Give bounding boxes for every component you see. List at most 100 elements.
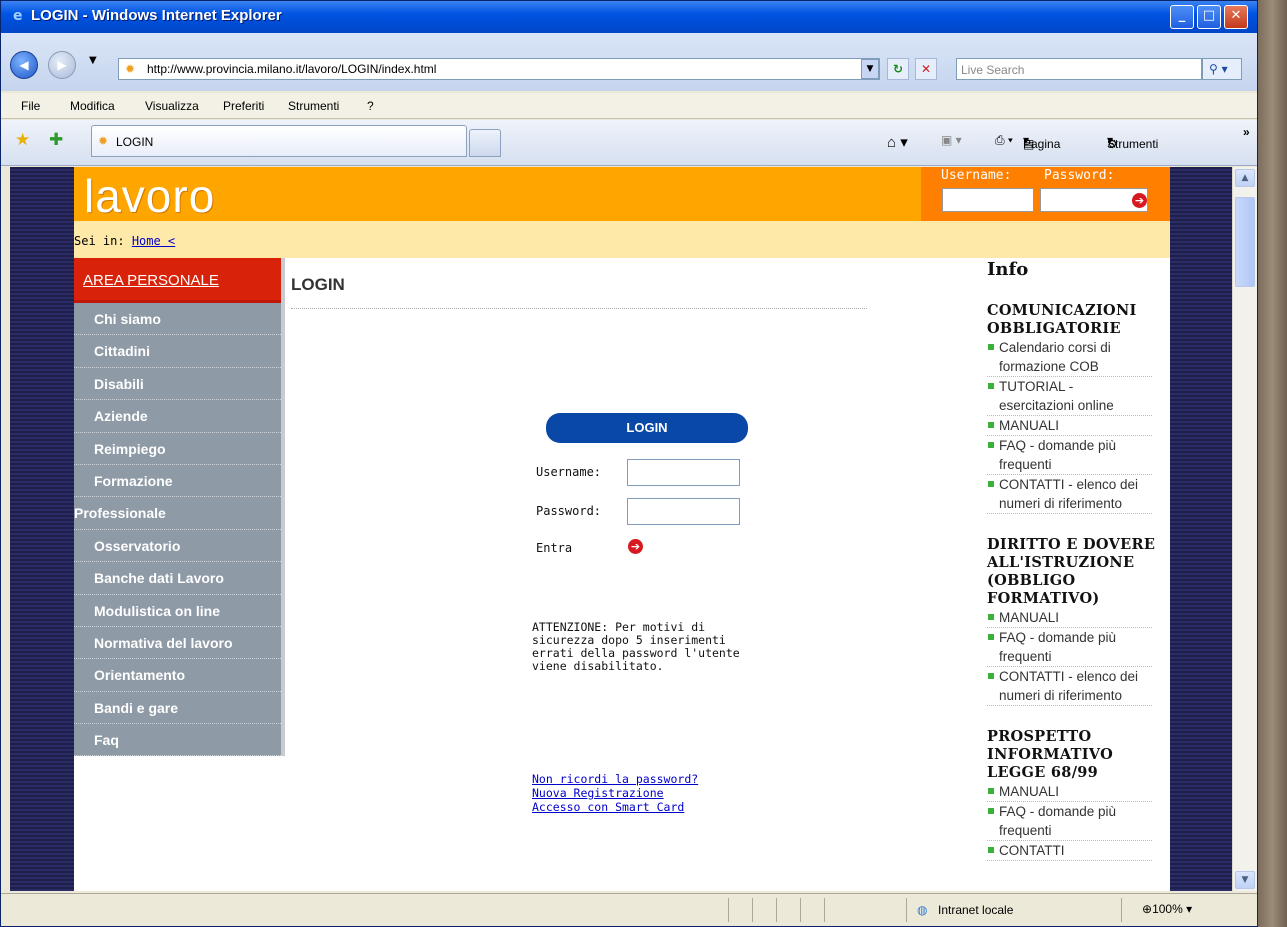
area-personale-link[interactable]: AREA PERSONALE bbox=[74, 258, 281, 303]
info-link-faq-2[interactable]: FAQ - domande più frequenti bbox=[987, 628, 1152, 667]
enter-label: Entra bbox=[536, 541, 573, 555]
info-heading-prospetto: PROSPETTO INFORMATIVO LEGGE 68/99 bbox=[987, 728, 1114, 781]
title-divider bbox=[291, 308, 867, 309]
intranet-globe-icon: ◍ bbox=[917, 903, 928, 917]
info-link-manuali[interactable]: MANUALI bbox=[987, 416, 1152, 436]
title-bar[interactable]: e LOGIN - Windows Internet Explorer _ □ … bbox=[1, 1, 1257, 33]
page-menu-label: Pagina bbox=[1023, 137, 1061, 151]
scroll-up-button[interactable]: ▲ bbox=[1235, 169, 1255, 187]
search-button[interactable]: ⚲ ▾ bbox=[1202, 58, 1242, 80]
tab-favicon-icon: ✹ bbox=[98, 134, 109, 148]
sidebar-item-chi-siamo[interactable]: Chi siamo bbox=[74, 303, 281, 336]
new-registration-link[interactable]: Nuova Registrazione bbox=[532, 786, 664, 800]
info-link-manuali-2[interactable]: MANUALI bbox=[987, 608, 1152, 628]
breadcrumb: Sei in: Home < bbox=[74, 221, 1170, 258]
info-link-contatti-3[interactable]: CONTATTI bbox=[987, 841, 1152, 861]
add-favorite-icon[interactable]: ✚ bbox=[49, 130, 63, 150]
security-warning: ATTENZIONE: Per motivi di sicurezza dopo… bbox=[532, 620, 740, 673]
tab-login[interactable]: ✹ LOGIN bbox=[91, 125, 467, 157]
breadcrumb-home-link[interactable]: Home < bbox=[132, 234, 175, 248]
sidebar-item-orientamento[interactable]: Orientamento bbox=[74, 659, 281, 692]
menu-strumenti[interactable]: Strumenti bbox=[288, 99, 339, 113]
forgot-password-link[interactable]: Non ricordi la password? bbox=[532, 772, 698, 786]
username-label: Username: bbox=[536, 465, 602, 479]
page-title: LOGIN bbox=[291, 275, 345, 294]
menu-modifica[interactable]: Modifica bbox=[70, 99, 115, 113]
menu-file[interactable]: File bbox=[21, 99, 40, 113]
sidebar-item-faq[interactable]: Faq bbox=[74, 724, 281, 757]
header-username-input[interactable] bbox=[942, 188, 1034, 212]
window-title: LOGIN - Windows Internet Explorer bbox=[31, 7, 282, 24]
scroll-down-button[interactable]: ▼ bbox=[1235, 871, 1255, 889]
site-logo: lavoro bbox=[84, 170, 216, 222]
menu-preferiti[interactable]: Preferiti bbox=[223, 99, 264, 113]
sidebar-item-aziende[interactable]: Aziende bbox=[74, 400, 281, 433]
feeds-icon[interactable]: ▣ ▾ bbox=[941, 133, 962, 147]
info-link-contatti[interactable]: CONTATTI - elenco dei numeri di riferime… bbox=[987, 475, 1152, 514]
new-tab-button[interactable] bbox=[469, 129, 501, 157]
tools-menu[interactable]: ⚙ Strumenti ▾ bbox=[1107, 133, 1158, 151]
header-login-arrow-icon[interactable]: ➔ bbox=[1132, 193, 1147, 208]
scroll-thumb[interactable] bbox=[1235, 197, 1255, 287]
address-dropdown-button[interactable]: ▼ bbox=[861, 59, 879, 79]
zone-label: Intranet locale bbox=[938, 903, 1014, 917]
live-search-input[interactable]: Live Search bbox=[956, 58, 1202, 80]
menu-bar: File Modifica Visualizza Preferiti Strum… bbox=[1, 93, 1257, 119]
header-username-label: Username: bbox=[941, 168, 1012, 183]
header-password-label: Password: bbox=[1044, 168, 1115, 183]
info-link-contatti-2[interactable]: CONTATTI - elenco dei numeri di riferime… bbox=[987, 667, 1152, 706]
enter-arrow-icon[interactable]: ➔ bbox=[628, 539, 643, 554]
ie-logo-icon: e bbox=[13, 8, 23, 24]
sidebar-item-cittadini[interactable]: Cittadini bbox=[74, 335, 281, 368]
sidebar-item-modulistica[interactable]: Modulistica on line bbox=[74, 594, 281, 627]
password-label: Password: bbox=[536, 504, 602, 518]
sidebar-item-formazione[interactable]: Formazione bbox=[74, 464, 281, 498]
sidebar-item-bandi[interactable]: Bandi e gare bbox=[74, 691, 281, 725]
address-bar[interactable]: ✹ http://www.provincia.milano.it/lavoro/… bbox=[118, 58, 880, 80]
username-input[interactable] bbox=[627, 459, 740, 486]
menu-visualizza[interactable]: Visualizza bbox=[145, 99, 199, 113]
page-menu[interactable]: ▤ Pagina ▾ bbox=[1023, 133, 1060, 151]
tools-menu-label: Strumenti bbox=[1107, 137, 1159, 151]
search-icon: ⚲ bbox=[1209, 62, 1218, 76]
print-icon[interactable]: ⎙ ▾ bbox=[995, 133, 1013, 148]
login-form-header: LOGIN bbox=[546, 413, 748, 443]
info-link-faq[interactable]: FAQ - domande più frequenti bbox=[987, 436, 1152, 475]
info-link-calendario[interactable]: Calendario corsi di formazione COB bbox=[987, 338, 1152, 377]
sidebar-item-banche-dati[interactable]: Banche dati Lavoro bbox=[74, 562, 281, 595]
history-dropdown-icon[interactable]: ▼ bbox=[89, 55, 97, 66]
info-link-tutorial[interactable]: TUTORIAL - esercitazioni online bbox=[987, 377, 1152, 416]
site-header: lavoro Username: Password: ➔ bbox=[74, 167, 1170, 222]
page-viewport: lavoro Username: Password: ➔ Sei in: Hom… bbox=[10, 167, 1232, 891]
info-link-manuali-3[interactable]: MANUALI bbox=[987, 782, 1152, 802]
sidebar-shadow bbox=[281, 258, 285, 757]
forward-button[interactable]: ▶ bbox=[48, 51, 76, 79]
refresh-button[interactable]: ↻ bbox=[887, 58, 909, 80]
close-button[interactable]: ✕ bbox=[1224, 5, 1248, 29]
info-panel: Info COMUNICAZIONI OBBLIGATORIE Calendar… bbox=[987, 259, 1170, 861]
smart-card-link[interactable]: Accesso con Smart Card bbox=[532, 800, 684, 814]
back-button[interactable]: ◀ bbox=[10, 51, 38, 79]
menu-help[interactable]: ? bbox=[367, 99, 374, 113]
toolbar-overflow-icon[interactable]: » bbox=[1243, 125, 1250, 139]
stop-button[interactable]: ✕ bbox=[915, 58, 937, 80]
zoom-control[interactable]: ⊕100% ▾ bbox=[1142, 902, 1192, 916]
sidebar-item-professionale[interactable]: Professionale bbox=[74, 497, 281, 530]
password-input[interactable] bbox=[627, 498, 740, 525]
maximize-button[interactable]: □ bbox=[1197, 5, 1221, 29]
header-login-box: Username: Password: ➔ bbox=[921, 167, 1170, 221]
status-bar: ◍ Intranet locale ⊕100% ▾ bbox=[1, 893, 1257, 926]
sidebar-item-disabili[interactable]: Disabili bbox=[74, 367, 281, 401]
zoom-level: 100% bbox=[1152, 902, 1183, 916]
sidebar-item-reimpiego[interactable]: Reimpiego bbox=[74, 432, 281, 465]
sidebar-item-normativa[interactable]: Normativa del lavoro bbox=[74, 626, 281, 660]
home-icon[interactable]: ⌂ ▾ bbox=[887, 133, 908, 151]
vertical-scrollbar[interactable]: ▲ ▼ bbox=[1232, 167, 1257, 891]
minimize-button[interactable]: _ bbox=[1170, 5, 1194, 29]
web-page: lavoro Username: Password: ➔ Sei in: Hom… bbox=[74, 167, 1170, 891]
info-link-faq-3[interactable]: FAQ - domande più frequenti bbox=[987, 802, 1152, 841]
sidebar-item-osservatorio[interactable]: Osservatorio bbox=[74, 529, 281, 563]
favorites-star-icon[interactable]: ★ bbox=[15, 130, 30, 150]
url-text: http://www.provincia.milano.it/lavoro/LO… bbox=[147, 62, 437, 76]
sidebar: AREA PERSONALE Chi siamo Cittadini Disab… bbox=[74, 258, 285, 757]
